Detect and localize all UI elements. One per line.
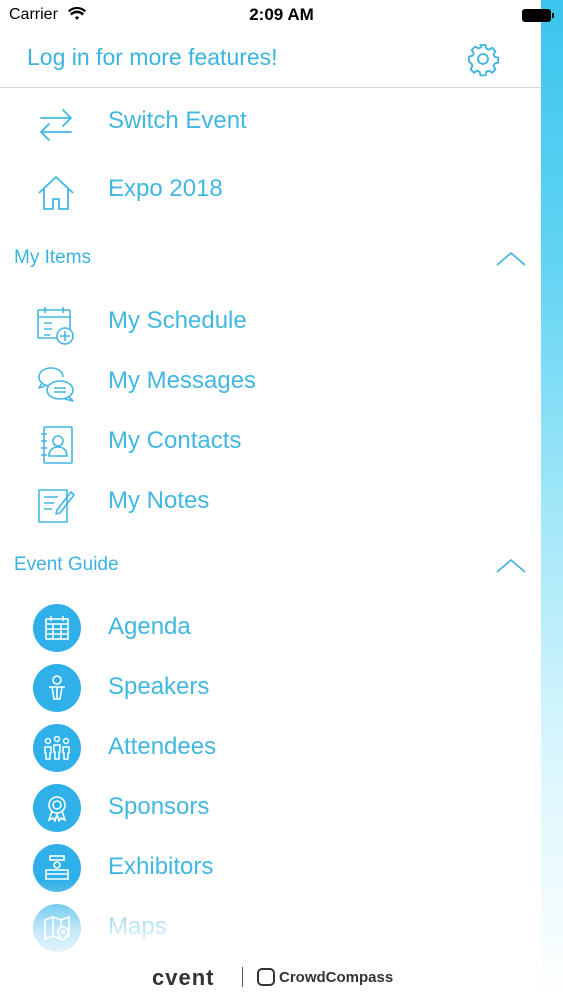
battery-tip <box>552 13 554 18</box>
menu-item-switch-event[interactable]: Switch Event <box>0 92 541 152</box>
note-pencil-icon <box>38 489 75 523</box>
menu-item-label: My Messages <box>108 367 257 394</box>
menu-item-label: Maps <box>108 913 167 940</box>
calendar-grid-icon <box>45 616 69 640</box>
speaker-podium-icon <box>49 675 65 700</box>
menu-item-label: Agenda <box>108 613 191 640</box>
section-header-my-items[interactable]: My Items <box>0 238 541 278</box>
menu-header: Log in for more features! <box>0 32 541 88</box>
side-menu-panel: Log in for more features! Switch Event E… <box>0 0 541 1000</box>
brand-logo-cvent: cvent <box>152 965 215 990</box>
menu-item-my-notes[interactable]: My Notes <box>0 472 541 532</box>
home-icon <box>38 176 74 210</box>
menu-item-label: My Notes <box>108 487 210 514</box>
menu-item-attendees[interactable]: Attendees <box>0 718 541 778</box>
menu-item-agenda[interactable]: Agenda <box>0 598 541 658</box>
contact-book-icon <box>41 426 73 464</box>
menu-item-maps[interactable]: Maps <box>0 898 541 958</box>
background-gradient-strip <box>541 0 563 1000</box>
menu-item-my-contacts[interactable]: My Contacts <box>0 412 541 472</box>
icon-circle <box>33 604 81 652</box>
ribbon-badge-icon <box>47 796 67 822</box>
swap-arrows-icon <box>40 109 72 141</box>
chevron-up-icon[interactable] <box>495 250 527 268</box>
section-title: Event Guide <box>14 554 119 575</box>
footer-branding: cvent CrowdCompass <box>0 962 563 994</box>
chat-bubbles-icon <box>38 367 74 402</box>
battery-icon <box>522 9 551 22</box>
section-header-event-guide[interactable]: Event Guide <box>0 545 541 585</box>
calendar-add-icon <box>37 307 74 345</box>
icon-circle <box>33 784 81 832</box>
menu-item-event-home[interactable]: Expo 2018 <box>0 160 541 220</box>
menu-item-label: Switch Event <box>108 107 247 134</box>
chevron-up-icon[interactable] <box>495 557 527 575</box>
menu-item-label: My Schedule <box>108 307 247 334</box>
menu-item-speakers[interactable]: Speakers <box>0 658 541 718</box>
menu-item-sponsors[interactable]: Sponsors <box>0 778 541 838</box>
people-group-icon <box>44 735 70 760</box>
icon-circle <box>33 904 81 952</box>
menu-item-label: Attendees <box>108 733 217 760</box>
menu-item-exhibitors[interactable]: Exhibitors <box>0 838 541 898</box>
crowdcompass-logo-icon <box>257 968 275 986</box>
icon-circle <box>33 664 81 712</box>
menu-item-label: Exhibitors <box>108 853 214 880</box>
footer-divider <box>242 967 243 987</box>
section-title: My Items <box>14 247 92 268</box>
map-pin-icon <box>44 916 70 941</box>
menu-item-label: Speakers <box>108 673 210 700</box>
login-link[interactable]: Log in for more features! <box>27 44 278 71</box>
menu-item-my-schedule[interactable]: My Schedule <box>0 292 541 352</box>
exhibitor-booth-icon <box>45 855 69 880</box>
icon-circle <box>33 724 81 772</box>
brand-logo-crowdcompass: CrowdCompass <box>279 969 394 986</box>
icon-circle <box>33 844 81 892</box>
menu-item-label: Sponsors <box>108 793 210 820</box>
menu-item-label: Expo 2018 <box>108 175 223 202</box>
gear-icon[interactable] <box>465 41 501 77</box>
menu-item-my-messages[interactable]: My Messages <box>0 352 541 412</box>
clock: 2:09 AM <box>249 5 314 24</box>
status-bar: Carrier 2:09 AM <box>0 0 563 30</box>
menu-item-label: My Contacts <box>108 427 242 454</box>
